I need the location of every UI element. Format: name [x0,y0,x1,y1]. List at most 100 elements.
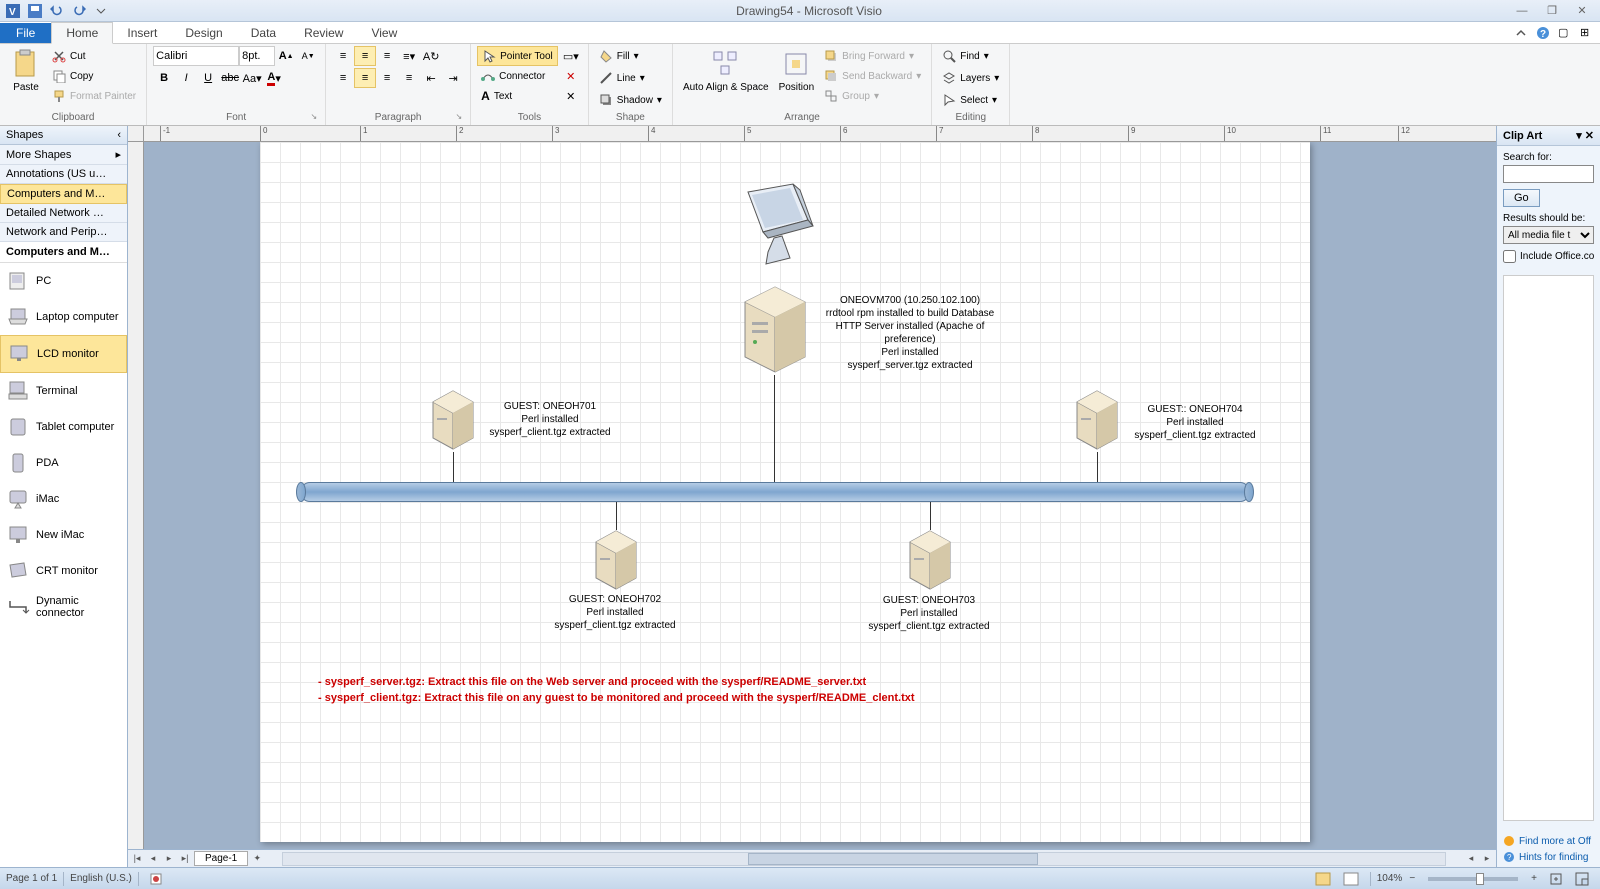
guest3-shape[interactable] [903,528,958,593]
guest1-label[interactable]: GUEST: ONEOH701 Perl installed sysperf_c… [485,400,615,439]
undo-button[interactable] [48,2,66,20]
align-right-icon[interactable]: ≡ [376,68,398,88]
font-size-combo[interactable] [239,46,275,66]
shape-crt-monitor[interactable]: CRT monitor [0,553,127,589]
stencil-network-periph[interactable]: Network and Perip… [0,223,127,242]
collapse-icon[interactable]: ‹ [117,129,121,141]
tab-insert[interactable]: Insert [113,23,171,43]
connection-point-icon[interactable]: ✕ [560,86,582,106]
help-icon[interactable]: ? [1536,26,1552,42]
pan-zoom-icon[interactable] [1570,869,1594,889]
tab-view[interactable]: View [357,23,411,43]
tab-design[interactable]: Design [171,23,236,43]
align-justify-icon[interactable]: ≡ [398,68,420,88]
canvas-viewport[interactable]: ONEOVM700 (10.250.102.100) rrdtool rpm i… [144,142,1496,849]
send-backward-button[interactable]: Send Backward▾ [820,66,925,86]
zoom-thumb[interactable] [1476,873,1484,885]
note-1[interactable]: - sysperf_server.tgz: Extract this file … [318,676,866,688]
cut-button[interactable]: Cut [48,46,140,66]
position-button[interactable]: Position [775,46,819,95]
more-shapes-item[interactable]: More Shapes▸ [0,145,127,165]
align-center-icon[interactable]: ≡ [354,68,376,88]
text-tool-button[interactable]: AText [477,86,558,106]
shape-pc[interactable]: PC [0,263,127,299]
increase-indent-icon[interactable]: ⇥ [442,68,464,88]
ribbon-opt2-icon[interactable]: ⊞ [1580,26,1596,42]
delete-connector-icon[interactable]: ✕ [560,66,582,86]
view-normal-icon[interactable] [1310,869,1336,889]
shape-lcd-monitor[interactable]: LCD monitor [0,335,127,373]
results-type-select[interactable]: All media file t [1503,226,1594,244]
include-office-checkbox[interactable]: Include Office.co [1503,250,1594,263]
pointer-tool-button[interactable]: Pointer Tool [477,46,558,66]
qat-customize[interactable] [92,2,110,20]
note-2[interactable]: - sysperf_client.tgz: Extract this file … [318,692,915,704]
format-painter-button[interactable]: Format Painter [48,86,140,106]
guest2-label[interactable]: GUEST: ONEOH702 Perl installed sysperf_c… [550,593,680,632]
ribbon-opt1-icon[interactable]: ▢ [1558,26,1574,42]
line-button[interactable]: Line▾ [595,68,649,88]
increase-font-icon[interactable]: A▲ [275,46,297,66]
close-button[interactable]: ✕ [1568,3,1596,19]
shape-new-imac[interactable]: New iMac [0,517,127,553]
status-language[interactable]: English (U.S.) [70,873,132,884]
fit-window-icon[interactable] [1544,869,1568,889]
guest2-shape[interactable] [589,528,644,593]
guest3-label[interactable]: GUEST: ONEOH703 Perl installed sysperf_c… [864,594,994,633]
case-icon[interactable]: Aa▾ [241,68,263,88]
shape-terminal[interactable]: Terminal [0,373,127,409]
shapes-panel-header[interactable]: Shapes‹ [0,126,127,145]
font-family-combo[interactable] [153,46,239,66]
clipart-dropdown-icon[interactable]: ▾ [1576,129,1582,142]
server-main-shape[interactable] [735,282,815,377]
zoom-out-icon[interactable]: − [1404,870,1420,887]
paste-button[interactable]: Paste [6,46,46,95]
stencil-detailed-network[interactable]: Detailed Network … [0,204,127,223]
horizontal-scrollbar[interactable] [282,852,1446,866]
server-main-label[interactable]: ONEOVM700 (10.250.102.100) rrdtool rpm i… [820,294,1000,372]
hints-link[interactable]: ?Hints for finding [1503,851,1594,863]
paragraph-dialog-icon[interactable]: ↘ [455,112,462,121]
find-more-link[interactable]: Find more at Off [1503,835,1594,847]
zoom-percent[interactable]: 104% [1377,873,1403,884]
page-first-icon[interactable]: |◂ [130,852,144,866]
group-button[interactable]: Group▾ [820,86,925,106]
clipart-close-icon[interactable]: ✕ [1585,129,1594,142]
bullets-icon[interactable]: ≡▾ [398,46,420,66]
tab-data[interactable]: Data [237,23,290,43]
page-add-icon[interactable]: ✦ [250,852,264,866]
search-input[interactable] [1503,165,1594,183]
file-tab[interactable]: File [0,23,51,43]
font-dialog-icon[interactable]: ↘ [310,112,317,121]
text-direction-icon[interactable]: A↻ [420,46,442,66]
stencil-annotations[interactable]: Annotations (US u… [0,165,127,184]
zoom-in-icon[interactable]: + [1526,870,1542,887]
page-tab[interactable]: Page-1 [194,851,248,866]
font-color-icon[interactable]: A▾ [263,68,285,88]
guest1-shape[interactable] [426,388,481,453]
page-last-icon[interactable]: ▸| [178,852,192,866]
bold-icon[interactable]: B [153,68,175,88]
shape-laptop[interactable]: Laptop computer [0,299,127,335]
hscroll-right-icon[interactable]: ▸ [1480,852,1494,866]
underline-icon[interactable]: U [197,68,219,88]
macro-record-icon[interactable] [145,870,167,888]
page-prev-icon[interactable]: ◂ [146,852,160,866]
layers-button[interactable]: Layers▾ [938,68,1003,88]
shape-dynamic-connector[interactable]: Dynamic connector [0,589,127,625]
save-button[interactable] [26,2,44,20]
ribbon-minimize-icon[interactable] [1514,26,1530,42]
autoalign-button[interactable]: Auto Align & Space [679,46,773,95]
decrease-indent-icon[interactable]: ⇤ [420,68,442,88]
tab-review[interactable]: Review [290,23,357,43]
visio-icon[interactable]: V [4,2,22,20]
align-left-icon[interactable]: ≡ [332,68,354,88]
page-next-icon[interactable]: ▸ [162,852,176,866]
align-top-icon[interactable]: ≡ [332,46,354,66]
guest4-shape[interactable] [1070,388,1125,453]
bring-forward-button[interactable]: Bring Forward▾ [820,46,925,66]
restore-button[interactable]: ❐ [1538,3,1566,19]
select-button[interactable]: Select▾ [938,90,1001,110]
zoom-slider[interactable] [1428,877,1518,881]
italic-icon[interactable]: I [175,68,197,88]
